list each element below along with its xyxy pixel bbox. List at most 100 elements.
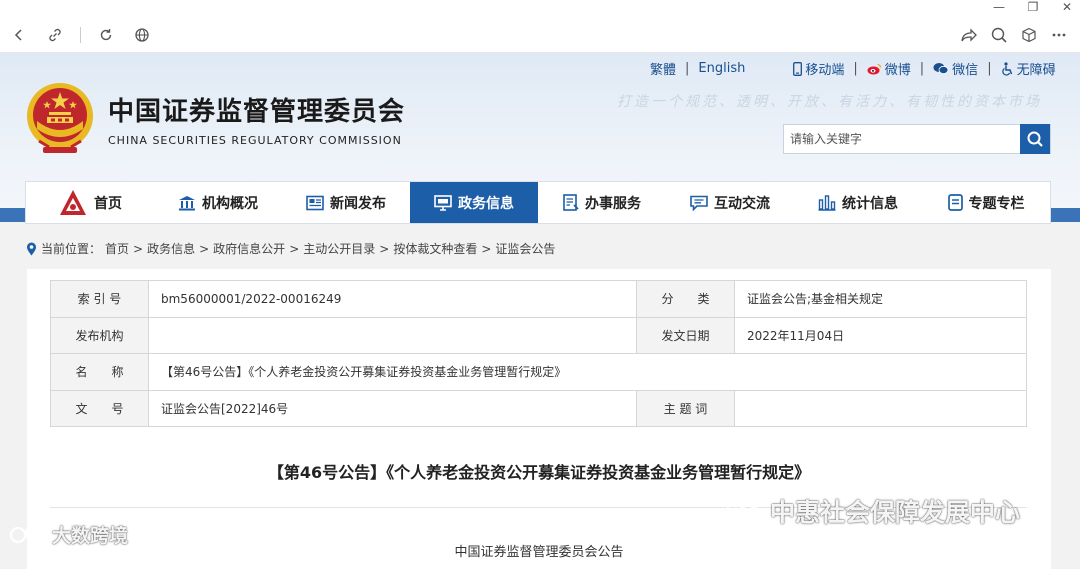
table-row: 名 称 【第46号公告】《个人养老金投资公开募集证券投资基金业务管理暂行规定》 [50, 353, 1027, 391]
back-icon[interactable] [8, 24, 30, 46]
name-value: 【第46号公告】《个人养老金投资公开募集证券投资基金业务管理暂行规定》 [148, 353, 1027, 391]
document-title: 【第46号公告】《个人养老金投资公开募集证券投资基金业务管理暂行规定》 [267, 463, 811, 482]
accessibility-link[interactable]: 无障碍 [1001, 59, 1056, 78]
weibo-label: 微博 [884, 63, 911, 78]
more-icon[interactable] [1048, 24, 1070, 46]
breadcrumb: 当前位置： 首页 > 政务信息 > 政府信息公开 > 主动公开目录 > 按体裁文… [26, 240, 555, 257]
site-title-english: CHINA SECURITIES REGULATORY COMMISSION [108, 134, 402, 147]
form-icon [563, 194, 579, 211]
date-value: 2022年11月04日 [734, 316, 1027, 354]
nav-item-topics[interactable]: 专题专栏 [922, 182, 1050, 223]
breadcrumb-separator: > [289, 241, 300, 256]
globe-icon[interactable] [131, 24, 153, 46]
date-label: 发文日期 [636, 316, 735, 354]
slogan-text: 打造一个规范、透明、开放、有活力、有韧性的资本市场 [617, 94, 1042, 110]
breadcrumb-item[interactable]: 政务信息 [147, 240, 195, 257]
mobile-link[interactable]: 移动端 [793, 59, 844, 78]
browser-toolbar: — ❐ ✕ [0, 0, 1080, 53]
breadcrumb-prefix: 当前位置： [41, 242, 102, 256]
wechat-icon [933, 63, 949, 75]
nav-item-services[interactable]: 办事服务 [538, 182, 666, 223]
nav-label: 统计信息 [842, 195, 898, 212]
site-page: 繁體 | English 移动端 | 微博 | 微信 | 无障碍 中国证券监督管… [0, 53, 1080, 569]
chat-search-icon[interactable] [988, 24, 1010, 46]
main-nav: 首页 机构概况 新闻发布 政务信息 办事服务 互动交流 统计信息 专题专栏 [25, 181, 1051, 224]
nav-label: 机构概况 [202, 195, 258, 212]
docno-value: 证监会公告[2022]46号 [148, 389, 637, 427]
breadcrumb-separator: > [481, 241, 492, 256]
wechat-label: 微信 [952, 63, 979, 78]
breadcrumb-item[interactable]: 首页 [105, 240, 129, 257]
link-separator: | [987, 61, 992, 76]
minimize-button[interactable]: — [992, 0, 1006, 14]
watermark-left-text: 大数跨境 [52, 525, 129, 547]
breadcrumb-item[interactable]: 主动公开目录 [303, 240, 375, 257]
table-row: 发布机构 发文日期 2022年11月04日 [50, 316, 1027, 354]
index-value: bm56000001/2022-00016249 [148, 280, 637, 318]
search-icon [1027, 131, 1043, 147]
nav-label: 政务信息 [458, 195, 514, 212]
link-separator: | [919, 61, 925, 76]
weibo-icon [867, 63, 881, 74]
brand-watermark-icon [9, 525, 47, 543]
nav-item-home[interactable]: 首页 [26, 182, 154, 223]
accessibility-label: 无障碍 [1016, 63, 1056, 78]
mobile-label: 移动端 [805, 63, 845, 78]
watermark-left: 大数跨境 [8, 521, 128, 548]
nav-item-interaction[interactable]: 互动交流 [666, 182, 794, 223]
site-title: 中国证券监督管理委员会 [108, 97, 406, 127]
csrc-logo-icon [60, 189, 86, 215]
accessibility-icon [1001, 61, 1012, 76]
document-issuer: 中国证券监督管理委员会公告 [454, 545, 624, 560]
subject-value [734, 389, 1027, 427]
wechat-link[interactable]: 微信 [933, 59, 978, 78]
document-info-table: 索 引 号 bm56000001/2022-00016249 分 类 证监会公告… [50, 280, 1027, 427]
location-pin-icon [27, 242, 36, 255]
building-icon [179, 195, 195, 210]
name-label: 名 称 [50, 353, 149, 391]
topic-icon [947, 194, 963, 211]
table-row: 索 引 号 bm56000001/2022-00016249 分 类 证监会公告… [50, 280, 1027, 318]
breadcrumb-item[interactable]: 证监会公告 [495, 240, 555, 257]
share-icon[interactable] [958, 24, 980, 46]
nav-label: 新闻发布 [330, 195, 386, 212]
nav-label: 互动交流 [714, 195, 770, 212]
nav-label: 专题专栏 [968, 195, 1025, 212]
nav-item-government-info[interactable]: 政务信息 [410, 182, 538, 223]
reload-icon[interactable] [95, 24, 117, 46]
news-icon [306, 195, 324, 210]
search-input[interactable] [784, 125, 1020, 153]
breadcrumb-item[interactable]: 按体裁文种查看 [393, 240, 477, 257]
publisher-value [148, 316, 637, 354]
breadcrumb-item[interactable]: 政府信息公开 [213, 240, 285, 257]
breadcrumb-separator: > [199, 241, 210, 256]
category-label: 分 类 [636, 280, 735, 318]
traditional-chinese-link[interactable]: 繁體 [650, 59, 676, 78]
table-row: 文 号 证监会公告[2022]46号 主 题 词 [50, 389, 1027, 427]
search-box [783, 124, 1051, 154]
link-separator: | [685, 61, 690, 76]
english-link[interactable]: English [698, 61, 745, 76]
link-icon[interactable] [44, 24, 66, 46]
search-button[interactable] [1020, 124, 1050, 154]
watermark-right: 中惠社会保障发展中心 [726, 493, 1020, 529]
wechat-watermark-icon [726, 496, 761, 524]
link-separator: | [853, 61, 858, 76]
comment-icon [690, 195, 708, 211]
cube-icon[interactable] [1018, 24, 1040, 46]
publisher-label: 发布机构 [50, 316, 149, 354]
breadcrumb-separator: > [133, 241, 144, 256]
category-value: 证监会公告;基金相关规定 [734, 280, 1027, 318]
restore-button[interactable]: ❐ [1026, 0, 1040, 14]
nav-item-statistics[interactable]: 统计信息 [794, 182, 922, 223]
nav-label: 办事服务 [585, 195, 641, 212]
subject-label: 主 题 词 [636, 389, 735, 427]
mobile-icon [793, 61, 803, 76]
nav-item-about[interactable]: 机构概况 [154, 182, 282, 223]
watermark-right-text: 中惠社会保障发展中心 [770, 498, 1021, 527]
close-window-button[interactable]: ✕ [1060, 0, 1074, 14]
top-links: 繁體 | English 移动端 | 微博 | 微信 | 无障碍 [650, 59, 1056, 78]
nav-item-news[interactable]: 新闻发布 [282, 182, 410, 223]
window-controls: — ❐ ✕ [992, 0, 1074, 14]
weibo-link[interactable]: 微博 [867, 59, 911, 78]
